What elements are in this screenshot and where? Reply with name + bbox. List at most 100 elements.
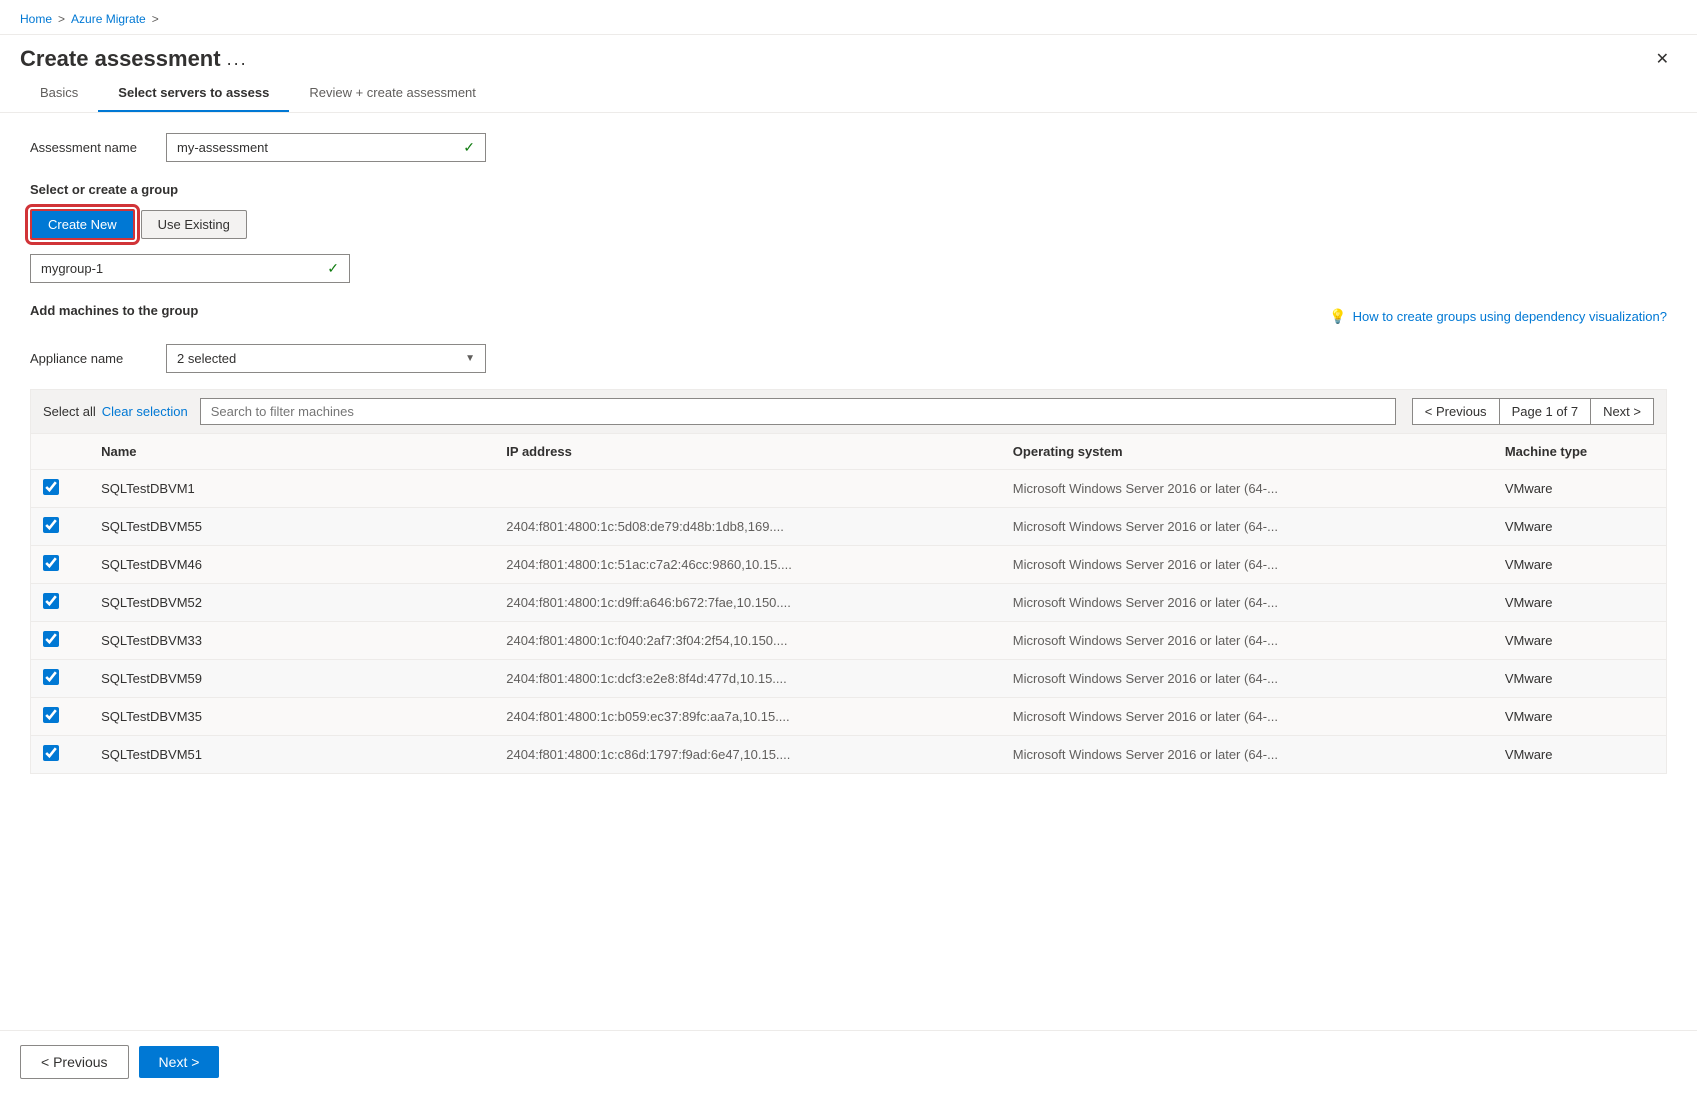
help-link-text: How to create groups using dependency vi… bbox=[1353, 309, 1667, 324]
row-cell-type: VMware bbox=[1493, 470, 1667, 508]
search-filter-input[interactable] bbox=[200, 398, 1396, 425]
table-row: SQLTestDBVM352404:f801:4800:1c:b059:ec37… bbox=[31, 698, 1667, 736]
select-all-link[interactable]: Select all bbox=[43, 404, 96, 419]
breadcrumb-sep2: > bbox=[152, 12, 159, 26]
page-title: Create assessment bbox=[20, 46, 221, 72]
row-cell-type: VMware bbox=[1493, 660, 1667, 698]
table-row: SQLTestDBVM332404:f801:4800:1c:f040:2af7… bbox=[31, 622, 1667, 660]
row-cell-os: Microsoft Windows Server 2016 or later (… bbox=[1001, 660, 1493, 698]
clear-selection-link[interactable]: Clear selection bbox=[102, 404, 188, 419]
row-cell-os: Microsoft Windows Server 2016 or later (… bbox=[1001, 698, 1493, 736]
tab-select-servers[interactable]: Select servers to assess bbox=[98, 73, 289, 112]
row-cell-ip: 2404:f801:4800:1c:b059:ec37:89fc:aa7a,10… bbox=[494, 698, 1001, 736]
page-info: Page 1 of 7 bbox=[1500, 398, 1591, 425]
row-checkbox[interactable] bbox=[43, 593, 59, 609]
row-cell-name: SQLTestDBVM33 bbox=[89, 622, 494, 660]
table-row: SQLTestDBVM462404:f801:4800:1c:51ac:c7a2… bbox=[31, 546, 1667, 584]
row-cell-os: Microsoft Windows Server 2016 or later (… bbox=[1001, 622, 1493, 660]
row-checkbox[interactable] bbox=[43, 745, 59, 761]
top-bar: Home > Azure Migrate > bbox=[0, 0, 1697, 35]
col-header-name: Name bbox=[89, 434, 494, 470]
add-machines-row: Add machines to the group 💡 How to creat… bbox=[30, 303, 1667, 330]
ellipsis-button[interactable]: ... bbox=[221, 47, 254, 72]
table-header-row: Name IP address Operating system Machine… bbox=[31, 434, 1667, 470]
select-group-title: Select or create a group bbox=[30, 182, 1667, 197]
group-name-field-wrapper: ✓ bbox=[30, 254, 350, 283]
row-checkbox[interactable] bbox=[43, 631, 59, 647]
bottom-next-button[interactable]: Next > bbox=[139, 1046, 220, 1078]
row-cell-type: VMware bbox=[1493, 508, 1667, 546]
bottom-prev-button[interactable]: < Previous bbox=[20, 1045, 129, 1079]
row-cell-type: VMware bbox=[1493, 584, 1667, 622]
row-cell-type: VMware bbox=[1493, 698, 1667, 736]
breadcrumb-sep1: > bbox=[58, 12, 65, 26]
table-row: SQLTestDBVM1 Microsoft Windows Server 201… bbox=[31, 470, 1667, 508]
next-page-button[interactable]: Next > bbox=[1590, 398, 1654, 425]
row-checkbox[interactable] bbox=[43, 669, 59, 685]
assessment-name-check-icon: ✓ bbox=[463, 139, 475, 156]
col-header-os: Operating system bbox=[1001, 434, 1493, 470]
appliance-label: Appliance name bbox=[30, 351, 150, 366]
row-cell-name: SQLTestDBVM52 bbox=[89, 584, 494, 622]
col-header-ip: IP address bbox=[494, 434, 1001, 470]
wizard-tabs: Basics Select servers to assess Review +… bbox=[0, 73, 1697, 113]
breadcrumb-azure-migrate[interactable]: Azure Migrate bbox=[71, 12, 146, 26]
create-new-button[interactable]: Create New bbox=[30, 209, 135, 240]
pagination-controls: < Previous Page 1 of 7 Next > bbox=[1412, 398, 1654, 425]
assessment-name-input[interactable] bbox=[177, 140, 463, 155]
row-checkbox[interactable] bbox=[43, 479, 59, 495]
assessment-name-label: Assessment name bbox=[30, 140, 150, 155]
bulb-icon: 💡 bbox=[1329, 308, 1346, 325]
row-cell-name: SQLTestDBVM46 bbox=[89, 546, 494, 584]
row-cell-name: SQLTestDBVM55 bbox=[89, 508, 494, 546]
title-row: Create assessment ... ✕ bbox=[0, 35, 1697, 73]
row-cell-name: SQLTestDBVM35 bbox=[89, 698, 494, 736]
row-cell-ip: 2404:f801:4800:1c:51ac:c7a2:46cc:9860,10… bbox=[494, 546, 1001, 584]
table-row: SQLTestDBVM592404:f801:4800:1c:dcf3:e2e8… bbox=[31, 660, 1667, 698]
row-cell-os: Microsoft Windows Server 2016 or later (… bbox=[1001, 736, 1493, 774]
group-buttons: Create New Use Existing bbox=[30, 209, 1667, 240]
row-cell-os: Microsoft Windows Server 2016 or later (… bbox=[1001, 470, 1493, 508]
appliance-value: 2 selected bbox=[177, 351, 236, 366]
col-header-type: Machine type bbox=[1493, 434, 1667, 470]
table-row: SQLTestDBVM512404:f801:4800:1c:c86d:1797… bbox=[31, 736, 1667, 774]
breadcrumb: Home > Azure Migrate > bbox=[20, 12, 159, 26]
row-cell-ip: 2404:f801:4800:1c:dcf3:e2e8:8f4d:477d,10… bbox=[494, 660, 1001, 698]
row-checkbox[interactable] bbox=[43, 707, 59, 723]
row-cell-ip: 2404:f801:4800:1c:f040:2af7:3f04:2f54,10… bbox=[494, 622, 1001, 660]
row-cell-type: VMware bbox=[1493, 546, 1667, 584]
tab-basics[interactable]: Basics bbox=[20, 73, 98, 112]
row-cell-os: Microsoft Windows Server 2016 or later (… bbox=[1001, 546, 1493, 584]
row-cell-name: SQLTestDBVM1 bbox=[89, 470, 494, 508]
row-cell-name: SQLTestDBVM59 bbox=[89, 660, 494, 698]
breadcrumb-home[interactable]: Home bbox=[20, 12, 52, 26]
main-content: Assessment name ✓ Select or create a gro… bbox=[0, 113, 1697, 794]
tab-review[interactable]: Review + create assessment bbox=[289, 73, 496, 112]
use-existing-button[interactable]: Use Existing bbox=[141, 210, 247, 239]
row-checkbox[interactable] bbox=[43, 555, 59, 571]
table-row: SQLTestDBVM552404:f801:4800:1c:5d08:de79… bbox=[31, 508, 1667, 546]
row-checkbox[interactable] bbox=[43, 517, 59, 533]
group-name-input[interactable] bbox=[41, 261, 327, 276]
table-toolbar: Select all Clear selection < Previous Pa… bbox=[30, 389, 1667, 433]
row-cell-name: SQLTestDBVM51 bbox=[89, 736, 494, 774]
row-cell-ip: 2404:f801:4800:1c:d9ff:a646:b672:7fae,10… bbox=[494, 584, 1001, 622]
close-button[interactable]: ✕ bbox=[1648, 45, 1677, 73]
row-cell-os: Microsoft Windows Server 2016 or later (… bbox=[1001, 584, 1493, 622]
row-cell-ip bbox=[494, 470, 1001, 508]
group-name-check-icon: ✓ bbox=[327, 260, 339, 277]
help-link[interactable]: 💡 How to create groups using dependency … bbox=[1329, 308, 1667, 325]
row-cell-ip: 2404:f801:4800:1c:c86d:1797:f9ad:6e47,10… bbox=[494, 736, 1001, 774]
machines-table: Name IP address Operating system Machine… bbox=[30, 433, 1667, 774]
bottom-nav: < Previous Next > bbox=[0, 1030, 1697, 1093]
row-cell-type: VMware bbox=[1493, 622, 1667, 660]
row-cell-os: Microsoft Windows Server 2016 or later (… bbox=[1001, 508, 1493, 546]
dropdown-arrow-icon: ▼ bbox=[465, 353, 475, 364]
appliance-dropdown[interactable]: 2 selected ▼ bbox=[166, 344, 486, 373]
assessment-name-row: Assessment name ✓ bbox=[30, 133, 1667, 162]
row-cell-ip: 2404:f801:4800:1c:5d08:de79:d48b:1db8,16… bbox=[494, 508, 1001, 546]
assessment-name-input-wrapper: ✓ bbox=[166, 133, 486, 162]
col-header-checkbox bbox=[31, 434, 90, 470]
prev-page-button[interactable]: < Previous bbox=[1412, 398, 1500, 425]
appliance-row: Appliance name 2 selected ▼ bbox=[30, 344, 1667, 373]
